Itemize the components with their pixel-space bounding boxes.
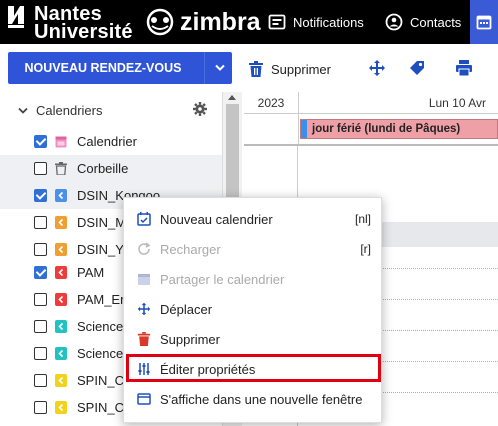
calendar-checkbox[interactable] — [34, 216, 47, 229]
year-label: 2023 — [244, 92, 298, 114]
nav-notifications-label: Notifications — [293, 14, 364, 30]
day-header[interactable]: Lun 10 Avr — [298, 92, 498, 114]
move-icon — [137, 302, 151, 316]
calendar-item-label: Calendrier — [77, 134, 137, 149]
shared-calendar-icon — [55, 293, 67, 306]
grid-line — [370, 299, 498, 300]
chevron-down-icon[interactable] — [215, 64, 225, 72]
shared-calendar-icon — [55, 216, 67, 229]
grid-line — [370, 392, 498, 393]
context-menu-shortcut: [r] — [360, 242, 371, 256]
calendar-checkbox[interactable] — [34, 347, 47, 360]
zimbra-logo[interactable]: zimbra — [143, 7, 261, 37]
sidebar-calendar-item[interactable]: Corbeille — [0, 155, 222, 182]
context-menu-item-label: Partager le calendrier — [160, 271, 285, 287]
nav-notifications[interactable]: Notifications — [268, 0, 364, 44]
context-menu-item-label: Supprimer — [160, 331, 220, 347]
nav-contacts[interactable]: Contacts — [385, 0, 461, 44]
nantes-universite-logo[interactable]: Nantes Université — [6, 2, 140, 43]
new-appointment-label: NOUVEAU RENDEZ-VOUS — [24, 61, 182, 75]
gear-icon[interactable] — [193, 102, 207, 116]
grid-shaded-hour — [370, 222, 498, 247]
tag-icon[interactable] — [408, 60, 426, 76]
calendar-icon — [55, 135, 67, 148]
grid-line — [370, 361, 498, 362]
new-calendar-icon — [137, 212, 151, 226]
shared-calendar-icon — [55, 374, 67, 387]
zimbra-swirl-icon — [146, 8, 174, 36]
context-menu-item-label: S'affiche dans une nouvelle fenêtre — [160, 391, 363, 407]
shared-calendar-icon — [55, 320, 67, 333]
button-divider — [204, 52, 205, 84]
zimbra-wordmark: zimbra — [180, 8, 261, 36]
shared-calendar-icon — [55, 266, 67, 279]
trash-icon — [249, 61, 263, 77]
shared-calendar-icon — [55, 347, 67, 360]
edit-properties-icon — [137, 362, 151, 376]
calendar-icon — [476, 15, 492, 30]
calendar-checkbox[interactable] — [34, 135, 47, 148]
contacts-icon — [385, 13, 403, 31]
toolbar-delete-label: Supprimer — [271, 61, 331, 77]
new-appointment-button[interactable]: NOUVEAU RENDEZ-VOUS — [8, 52, 232, 84]
calendars-header-label: Calendriers — [36, 103, 103, 118]
notifications-icon — [268, 14, 286, 30]
shared-calendar-icon — [55, 243, 67, 256]
context-menu-item[interactable]: Nouveau calendrier [nl] — [124, 204, 383, 234]
calendar-checkbox[interactable] — [34, 320, 47, 333]
calendar-checkbox[interactable] — [34, 401, 47, 414]
calendar-checkbox[interactable] — [34, 189, 47, 202]
calendars-header[interactable]: Calendriers — [18, 103, 102, 118]
calendar-checkbox[interactable] — [34, 374, 47, 387]
context-menu-item: Recharger [r] — [124, 234, 383, 264]
context-menu-item-label: Déplacer — [160, 301, 213, 317]
context-menu-item[interactable]: Supprimer — [124, 324, 383, 354]
print-icon[interactable] — [455, 60, 473, 76]
nav-calendar-tab[interactable] — [470, 0, 498, 44]
calendar-checkbox[interactable] — [34, 162, 47, 175]
calendar-item-label: Corbeille — [77, 161, 129, 176]
shared-calendar-icon — [55, 189, 67, 202]
calendar-event[interactable]: jour férié (lundi de Pâques) — [300, 119, 498, 139]
context-menu-item-label: Éditer propriétés — [160, 361, 256, 377]
calendar-checkbox[interactable] — [34, 293, 47, 306]
grid-line — [370, 268, 498, 269]
context-menu-shortcut: [nl] — [354, 212, 371, 226]
reload-icon — [137, 242, 151, 256]
nantes-n-logo-icon — [8, 6, 24, 28]
brand-line2: Université — [34, 21, 133, 43]
share-calendar-icon — [137, 272, 151, 286]
sidebar-calendar-item[interactable]: Calendrier — [0, 128, 222, 155]
chevron-down-icon[interactable] — [18, 107, 28, 115]
context-menu-item: Partager le calendrier — [124, 264, 383, 294]
context-menu: Nouveau calendrier [nl] Recharger [r] Partag… — [123, 197, 382, 423]
calendar-checkbox[interactable] — [34, 266, 47, 279]
calendar-checkbox[interactable] — [34, 243, 47, 256]
move-icon[interactable] — [368, 60, 386, 76]
delete-icon — [137, 332, 151, 346]
scroll-up-arrow-icon[interactable] — [228, 95, 236, 100]
grid-line — [370, 330, 498, 331]
context-menu-item-label: Recharger — [160, 241, 221, 257]
context-menu-item[interactable]: S'affiche dans une nouvelle fenêtre — [124, 384, 383, 414]
nav-contacts-label: Contacts — [410, 14, 462, 30]
context-menu-item-label: Nouveau calendrier — [160, 211, 273, 227]
top-bar: Nantes Université zimbra Notifications C… — [0, 0, 498, 44]
context-menu-item[interactable]: Éditer propriétés — [124, 354, 383, 384]
toolbar-delete-button[interactable]: Supprimer — [249, 58, 331, 80]
context-menu-item[interactable]: Déplacer — [124, 294, 383, 324]
new-window-icon — [137, 392, 151, 406]
trash-icon — [55, 162, 67, 176]
shared-calendar-icon — [55, 401, 67, 414]
